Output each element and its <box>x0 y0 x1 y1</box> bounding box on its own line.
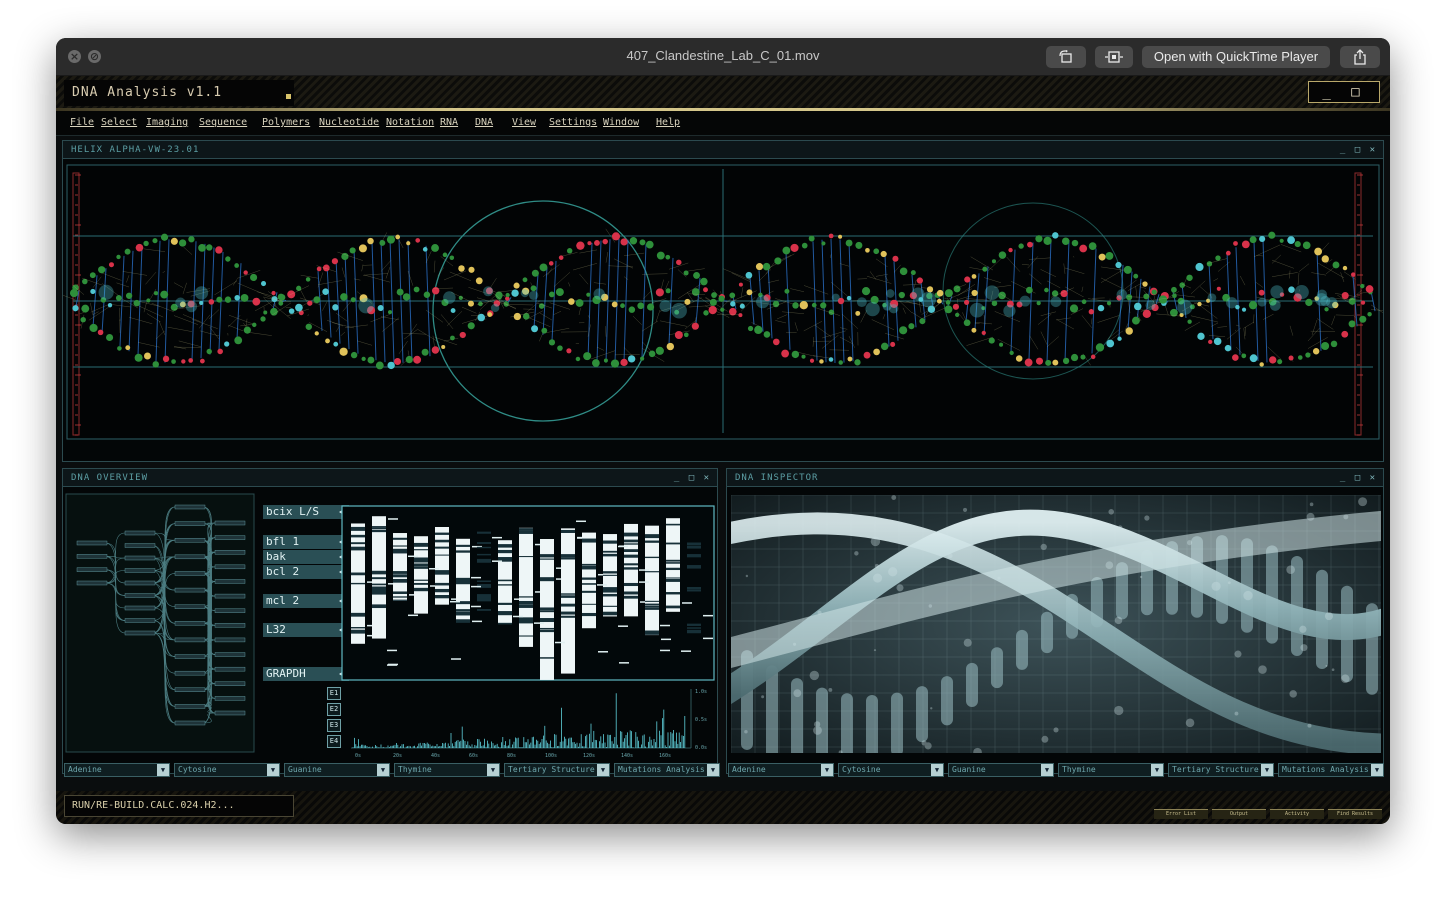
app-header: DNA Analysis v1.1 _ □ ✕ <box>56 76 1390 120</box>
x-tick: 20s <box>393 753 402 759</box>
dna-overview-controls[interactable]: _ □ ✕ <box>674 469 711 487</box>
error-list-button[interactable]: Error List <box>1154 809 1208 819</box>
x-tick: 120s <box>583 753 595 759</box>
open-with-quicktime-button[interactable]: Open with QuickTime Player <box>1142 46 1330 68</box>
dna-inspector-image[interactable] <box>731 495 1381 753</box>
e1-label[interactable]: E1 <box>327 687 341 700</box>
menu-help[interactable]: Help <box>656 117 680 128</box>
gene-label-bcix[interactable]: bcix L/S <box>263 505 349 519</box>
dropdown-arrow-icon: ▼ <box>707 764 719 776</box>
inspector-cytosine-select[interactable]: Cytosine ▼ <box>838 763 944 777</box>
overview-adenine-select[interactable]: Adenine ▼ <box>64 763 170 777</box>
gene-network-tree[interactable] <box>65 493 255 755</box>
y-tick-mid: 0.5s <box>695 717 707 723</box>
window-titlebar: × ⊘ 407_Clandestine_Lab_C_01.mov Open wi… <box>56 38 1390 76</box>
x-tick: 80s <box>507 753 516 759</box>
menu-file[interactable]: File <box>70 117 94 128</box>
y-tick-bottom: 0.0s <box>695 745 707 751</box>
app-window-controls[interactable]: _ □ ✕ <box>1308 81 1380 120</box>
overview-tertiary-select[interactable]: Tertiary Structure ▼ <box>504 763 610 777</box>
menu-polymers[interactable]: Polymers <box>262 117 310 128</box>
app-status-dot <box>286 94 291 99</box>
x-tick: 100s <box>545 753 557 759</box>
gene-label-l32[interactable]: L32 <box>263 623 349 637</box>
inspector-guanine-select[interactable]: Guanine ▼ <box>948 763 1054 777</box>
gel-electrophoresis-view[interactable] <box>341 505 715 681</box>
app-name: DNA Analysis v1.1 <box>64 80 294 106</box>
dna-inspector-controls[interactable]: _ □ ✕ <box>1340 469 1377 487</box>
x-tick: 40s <box>431 753 440 759</box>
x-tick: 140s <box>621 753 633 759</box>
inspector-thymine-select[interactable]: Thymine ▼ <box>1058 763 1164 777</box>
trim-button[interactable] <box>1095 46 1133 68</box>
dropdown-arrow-icon: ▼ <box>821 764 833 776</box>
e3-label[interactable]: E3 <box>327 719 341 732</box>
menu-sequence[interactable]: Sequence <box>199 117 247 128</box>
trim-icon <box>1105 51 1123 63</box>
overview-thymine-select[interactable]: Thymine ▼ <box>394 763 500 777</box>
menu-dna[interactable]: DNA <box>475 117 493 128</box>
dna-inspector-title: DNA INSPECTOR <box>727 469 1383 487</box>
status-bar: RUN/RE-BUILD.CALC.024.H2... Error List O… <box>56 791 1390 824</box>
inspector-tertiary-select[interactable]: Tertiary Structure ▼ <box>1168 763 1274 777</box>
output-button[interactable]: Output <box>1212 809 1266 819</box>
inspector-mutations-select[interactable]: Mutations Analysis ▼ <box>1278 763 1384 777</box>
y-tick-top: 1.0s <box>695 689 707 695</box>
x-tick: 0s <box>355 753 361 759</box>
overview-mutations-select[interactable]: Mutations Analysis ▼ <box>614 763 720 777</box>
dropdown-arrow-icon: ▼ <box>487 764 499 776</box>
find-results-button[interactable]: Find Results <box>1328 809 1382 819</box>
helix-panel-title: HELIX ALPHA-VW-23.01 <box>63 141 1383 159</box>
gene-label-grapdh[interactable]: GRAPDH <box>263 667 349 681</box>
rotate-button[interactable] <box>1046 46 1086 68</box>
player-window: × ⊘ 407_Clandestine_Lab_C_01.mov Open wi… <box>56 38 1390 824</box>
menu-notation[interactable]: Notation <box>386 117 434 128</box>
menu-settings[interactable]: Settings <box>549 117 597 128</box>
overview-guanine-select[interactable]: Guanine ▼ <box>284 763 390 777</box>
gene-label-bfl1[interactable]: bfl 1 <box>263 535 349 549</box>
helix-viewport[interactable] <box>63 161 1383 461</box>
dna-overview-title: DNA OVERVIEW <box>63 469 717 487</box>
dna-inspector-panel: DNA INSPECTOR _ □ ✕ <box>726 468 1384 774</box>
menu-window[interactable]: Window <box>603 117 639 128</box>
menu-nucleotide[interactable]: Nucleotide <box>319 117 379 128</box>
spectrum-chart[interactable]: 0s 20s 40s 60s 80s 100s 120s 140s 160s 1.0s 0.5s… <box>345 683 715 769</box>
overview-cytosine-select[interactable]: Cytosine ▼ <box>174 763 280 777</box>
dropdown-arrow-icon: ▼ <box>1261 764 1273 776</box>
inspector-dropdown-bar: Adenine ▼ Cytosine ▼ Guanine ▼ Thymine ▼ Ter… <box>728 763 1384 779</box>
menu-bar: File Select Imaging Sequence Polymers Nu… <box>56 111 1390 136</box>
menu-imaging[interactable]: Imaging <box>146 117 188 128</box>
e2-label[interactable]: E2 <box>327 703 341 716</box>
share-button[interactable] <box>1340 46 1380 68</box>
dropdown-arrow-icon: ▼ <box>597 764 609 776</box>
gene-label-bak[interactable]: bak <box>263 550 349 564</box>
helix-panel-controls[interactable]: _ □ ✕ <box>1340 141 1377 159</box>
share-icon <box>1354 49 1366 65</box>
dna-overview-panel: DNA OVERVIEW _ □ ✕ bcix L/S bfl 1 bak bc… <box>62 468 718 774</box>
dropdown-arrow-icon: ▼ <box>267 764 279 776</box>
helix-panel: HELIX ALPHA-VW-23.01 _ □ ✕ <box>62 140 1384 462</box>
e4-label[interactable]: E4 <box>327 735 341 748</box>
menu-rna[interactable]: RNA <box>440 117 458 128</box>
gene-label-mcl2[interactable]: mcl 2 <box>263 594 349 608</box>
activity-button[interactable]: Activity <box>1270 809 1324 819</box>
dropdown-arrow-icon: ▼ <box>1041 764 1053 776</box>
x-tick: 60s <box>469 753 478 759</box>
x-tick: 160s <box>659 753 671 759</box>
overview-dropdown-bar: Adenine ▼ Cytosine ▼ Guanine ▼ Thymine ▼ Ter… <box>64 763 720 779</box>
menu-view[interactable]: View <box>512 117 536 128</box>
inspector-adenine-select[interactable]: Adenine ▼ <box>728 763 834 777</box>
dropdown-arrow-icon: ▼ <box>157 764 169 776</box>
menu-select[interactable]: Select <box>101 117 137 128</box>
dropdown-arrow-icon: ▼ <box>377 764 389 776</box>
dropdown-arrow-icon: ▼ <box>1151 764 1163 776</box>
gene-label-bcl2[interactable]: bcl 2 <box>263 565 349 579</box>
dropdown-arrow-icon: ▼ <box>1371 764 1383 776</box>
rotate-icon <box>1059 50 1072 63</box>
command-input[interactable]: RUN/RE-BUILD.CALC.024.H2... <box>64 795 294 817</box>
dropdown-arrow-icon: ▼ <box>931 764 943 776</box>
